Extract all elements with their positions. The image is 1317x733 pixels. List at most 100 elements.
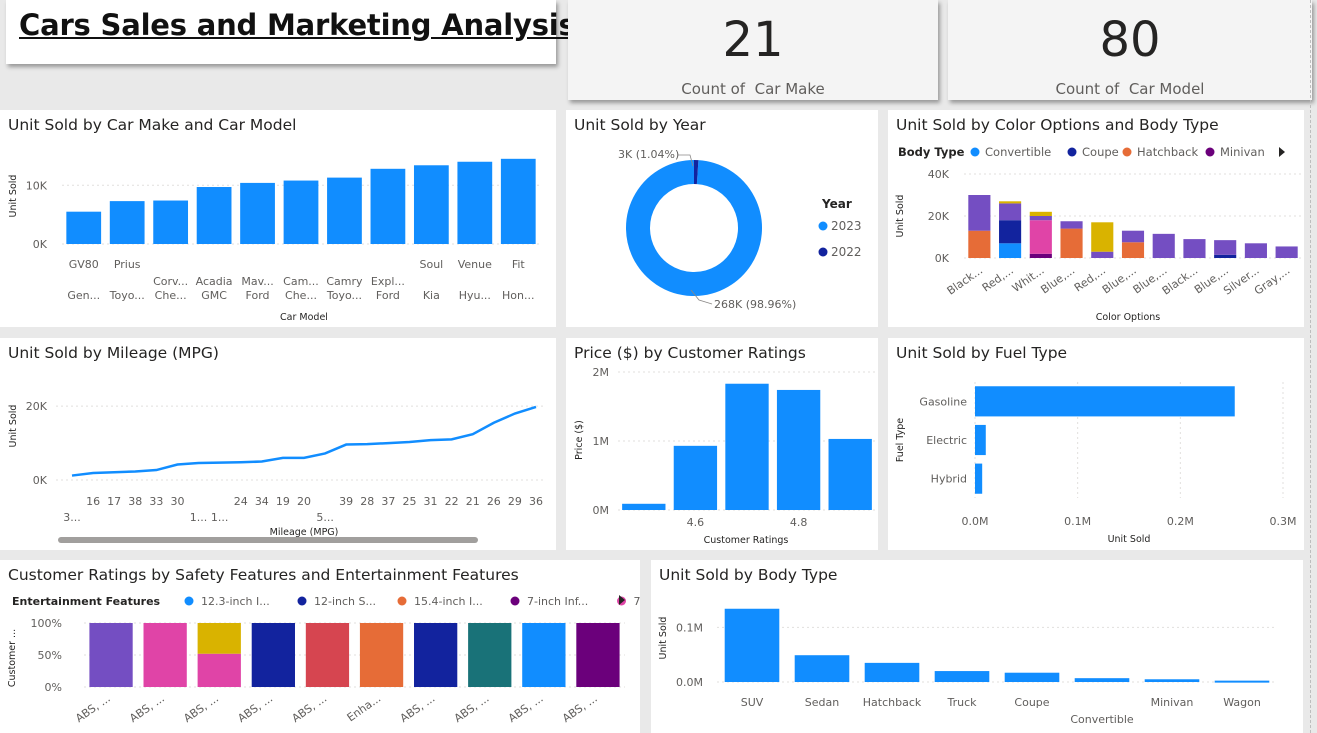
bar-segment xyxy=(1121,237,1145,243)
y-tick-label: 40K xyxy=(928,168,950,181)
legend-label: 2023 xyxy=(831,219,862,233)
bar xyxy=(1004,672,1060,682)
year-donut-chart: 3K (1.04%) 268K (98.96%) Year 2023 2022 xyxy=(618,148,862,311)
legend-marker xyxy=(1122,147,1132,157)
chart-panel-color-body[interactable]: Unit Sold by Color Options and Body Type… xyxy=(888,110,1304,327)
x-tick-label: Mav... xyxy=(241,275,273,288)
y-axis-title: Unit Sold xyxy=(8,405,19,448)
x-tick-label: SUV xyxy=(741,696,764,709)
bar xyxy=(794,655,850,682)
legend-marker xyxy=(1067,147,1077,157)
x-tick-label: ABS, ... xyxy=(289,692,329,725)
bar xyxy=(457,161,493,244)
chart-panel-ratings-features[interactable]: Customer Ratings by Safety Features and … xyxy=(0,560,640,733)
chart-panel-fuel[interactable]: Unit Sold by Fuel Type 0.0M 0.1M 0.2M 0.3M G… xyxy=(888,338,1304,550)
chart-panel-price-ratings[interactable]: Price ($) by Customer Ratings 0M 1M 2M 4.6 4… xyxy=(566,338,878,550)
bar-segment xyxy=(522,623,566,687)
kpi-card-car-model[interactable]: 80 Count of Car Model xyxy=(948,0,1312,100)
bar xyxy=(196,187,232,244)
x-tick-label: 37 xyxy=(381,495,395,508)
chart-panel-body-type[interactable]: Unit Sold by Body Type 0.0M 0.1M SUV Sedan H… xyxy=(651,560,1303,733)
legend-label: Convertible xyxy=(985,145,1051,159)
bar-segment xyxy=(1060,228,1083,258)
legend-label: 7-inch Inf... xyxy=(527,595,588,608)
x-tick-label: Black... xyxy=(1160,264,1200,298)
y-axis-title: Price ($) xyxy=(574,420,585,460)
y-tick-label: 100% xyxy=(31,617,62,630)
bar xyxy=(975,463,983,494)
bar-segment xyxy=(1029,220,1052,254)
y-tick-label: 20K xyxy=(928,210,950,223)
bar xyxy=(240,182,275,244)
x-tick-label: 20 xyxy=(297,495,311,508)
y-axis-title: Unit Sold xyxy=(658,617,669,660)
x-tick-label: Hon... xyxy=(502,289,534,302)
x-tick-label: Acadia xyxy=(196,275,233,288)
x-tick-label: ABS, ... xyxy=(235,692,275,725)
bar-segment xyxy=(576,623,620,687)
x-tick-label: Kia xyxy=(423,289,440,302)
x-tick-label: 0.0M xyxy=(962,515,989,528)
kpi-card-car-make[interactable]: 21 Count of Car Make xyxy=(568,0,938,100)
bar-segment xyxy=(89,623,133,687)
x-tick-label: Hatchback xyxy=(863,696,922,709)
x-tick-label: Prius xyxy=(114,258,141,271)
legend-title: Body Type xyxy=(898,145,965,159)
x-tick-label: 0.1M xyxy=(1064,515,1091,528)
bar-segment xyxy=(414,623,458,687)
bar xyxy=(153,200,189,244)
bar-segment xyxy=(1091,251,1114,258)
y-tick-label: 0% xyxy=(45,681,62,694)
bar xyxy=(673,445,718,510)
legend-marker xyxy=(510,596,520,606)
make-model-chart: 0K10KGV80Gen...PriusToyo...Corv...Che...… xyxy=(8,158,540,323)
bar xyxy=(1144,679,1200,682)
x-tick-label: Truck xyxy=(946,696,977,709)
legend-title: Entertainment Features xyxy=(12,595,161,608)
bar xyxy=(283,180,319,244)
x-tick-label: ABS, ... xyxy=(398,692,438,725)
legend-label: Coupe xyxy=(1082,145,1119,159)
x-tick-label: 36 xyxy=(529,495,543,508)
bar-segment xyxy=(1183,239,1206,258)
x-tick-label: 26 xyxy=(487,495,501,508)
bar xyxy=(864,662,920,682)
legend-marker xyxy=(184,596,194,606)
bar-segment xyxy=(1244,243,1267,258)
x-tick-label: 0.3M xyxy=(1270,515,1297,528)
x-tick-label: Ford xyxy=(246,289,270,302)
y-tick-label: 0K xyxy=(33,474,48,487)
bar-segment xyxy=(1214,254,1237,258)
bar-segment xyxy=(1121,242,1145,258)
bar xyxy=(1214,680,1270,683)
legend-marker xyxy=(818,221,828,231)
x-axis-title: Color Options xyxy=(1096,312,1161,323)
x-tick-label: Expl... xyxy=(371,275,405,288)
price-ratings-chart: 0M 1M 2M 4.6 4.8Customer Ratings Price ($) xyxy=(574,366,876,546)
data-label: 3K (1.04%) xyxy=(618,148,679,161)
x-tick-label: ABS, ... xyxy=(452,692,492,725)
x-tick-label: Coupe xyxy=(1014,696,1049,709)
bar xyxy=(934,671,990,682)
bar-segment xyxy=(999,220,1022,244)
kpi-label-car-make: Count of Car Make xyxy=(681,80,825,98)
page-scrollbar[interactable] xyxy=(1310,0,1317,733)
y-tick-label: 20K xyxy=(26,400,48,413)
bar xyxy=(66,211,102,244)
x-tick-label: Venue xyxy=(458,258,492,271)
x-axis-title: Customer Ratings xyxy=(704,535,789,546)
legend-marker xyxy=(297,596,307,606)
x-tick-label: 1... xyxy=(211,511,229,524)
chart-panel-mileage[interactable]: Unit Sold by Mileage (MPG) 0K 20K 3... 16 17… xyxy=(0,338,556,550)
y-tick-label: 50% xyxy=(38,649,62,662)
y-tick-label: 10K xyxy=(26,179,48,192)
bar xyxy=(109,201,145,244)
chart-panel-year[interactable]: Unit Sold by Year 3K (1.04%) 268K (98.96%… xyxy=(566,110,878,327)
x-tick-label: GV80 xyxy=(69,258,99,271)
x-tick-label: 38 xyxy=(128,495,142,508)
bar xyxy=(975,424,986,456)
chart-panel-make-model[interactable]: Unit Sold by Car Make and Car Model 0K 10… xyxy=(0,110,556,327)
bar-segment xyxy=(1029,211,1052,216)
bar xyxy=(828,438,872,510)
x-tick-label: Ford xyxy=(376,289,400,302)
